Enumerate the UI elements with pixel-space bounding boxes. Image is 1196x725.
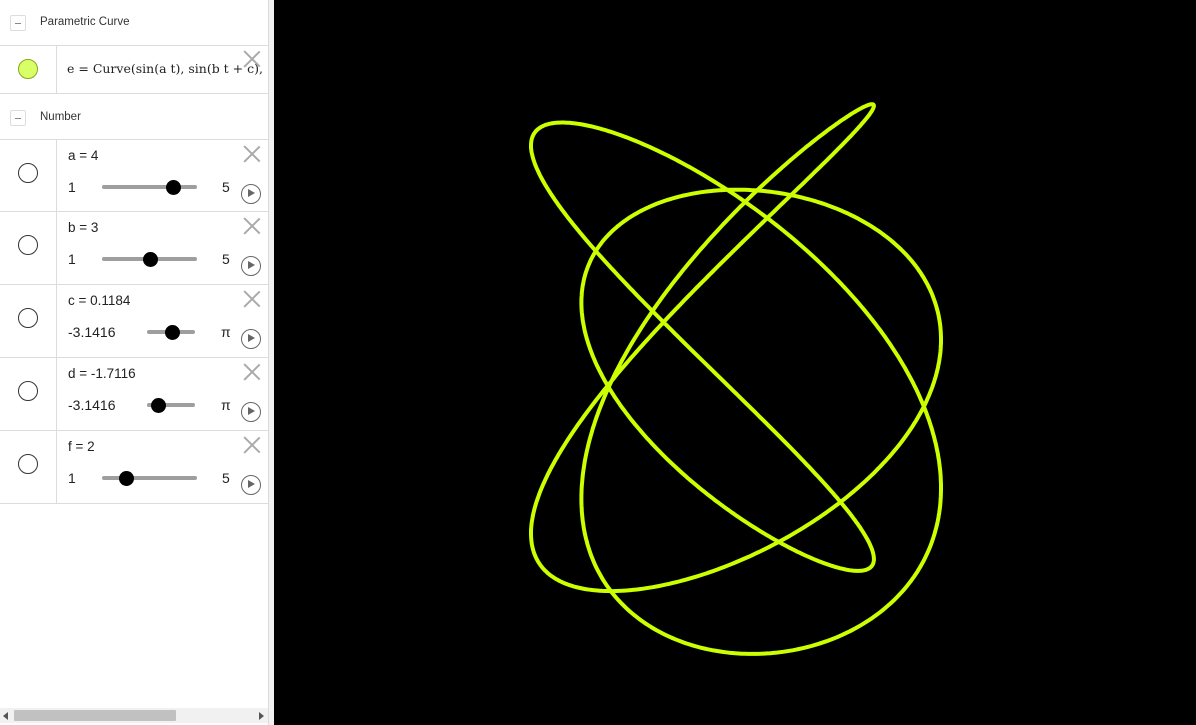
visibility-toggle-circle-icon[interactable] bbox=[18, 235, 38, 255]
delete-close-icon[interactable] bbox=[243, 145, 261, 163]
delete-close-icon[interactable] bbox=[243, 50, 261, 68]
delete-close-icon[interactable] bbox=[243, 217, 261, 235]
slider-max: π bbox=[221, 397, 231, 413]
group-header-number[interactable]: Number bbox=[0, 95, 268, 141]
row-marker-column bbox=[0, 46, 57, 93]
curve-row[interactable]: e = Curve(sin(a t), sin(b t + c), sin(f … bbox=[0, 45, 268, 94]
visibility-toggle-circle-icon[interactable] bbox=[18, 308, 38, 328]
visibility-toggle-circle-icon[interactable] bbox=[18, 381, 38, 401]
slider-thumb[interactable] bbox=[118, 471, 134, 486]
slider-min: 1 bbox=[68, 470, 76, 486]
play-icon[interactable] bbox=[241, 256, 261, 276]
row-marker-column bbox=[0, 358, 57, 430]
visibility-toggle-circle-icon[interactable] bbox=[18, 163, 38, 183]
slider-label[interactable]: f = 2 bbox=[68, 439, 95, 454]
scroll-left-arrow-icon[interactable] bbox=[3, 712, 8, 720]
curve-definition[interactable]: e = Curve(sin(a t), sin(b t + c), sin(f … bbox=[67, 61, 267, 76]
delete-close-icon[interactable] bbox=[243, 363, 261, 381]
slider-label[interactable]: a = 4 bbox=[68, 148, 98, 163]
play-icon[interactable] bbox=[241, 329, 261, 349]
slider-thumb[interactable] bbox=[142, 252, 158, 267]
slider-min: 1 bbox=[68, 179, 76, 195]
play-icon[interactable] bbox=[241, 475, 261, 495]
slider-row[interactable]: f = 2 1 5 bbox=[0, 431, 268, 504]
play-icon[interactable] bbox=[241, 184, 261, 204]
graphics-view[interactable] bbox=[274, 0, 1196, 725]
collapse-minus-icon[interactable] bbox=[10, 15, 26, 31]
delete-close-icon[interactable] bbox=[243, 290, 261, 308]
group-title: Number bbox=[40, 111, 81, 123]
slider-row[interactable]: d = -1.7116 -3.1416 π bbox=[0, 358, 268, 431]
slider-min: 1 bbox=[68, 251, 76, 267]
slider-track[interactable] bbox=[102, 476, 197, 480]
slider-label[interactable]: c = 0.1184 bbox=[68, 293, 130, 308]
graphics-canvas[interactable] bbox=[274, 0, 1196, 725]
group-title: Parametric Curve bbox=[40, 16, 130, 28]
algebra-view: Parametric Curve e = Curve(sin(a t), sin… bbox=[0, 0, 268, 725]
visibility-toggle-circle-icon[interactable] bbox=[18, 59, 38, 79]
visibility-toggle-circle-icon[interactable] bbox=[18, 454, 38, 474]
slider-row[interactable]: b = 3 1 5 bbox=[0, 212, 268, 285]
collapse-minus-icon[interactable] bbox=[10, 110, 26, 126]
row-marker-column bbox=[0, 285, 57, 357]
horizontal-scrollbar[interactable] bbox=[0, 708, 268, 723]
play-icon[interactable] bbox=[241, 402, 261, 422]
row-marker-column bbox=[0, 431, 57, 503]
slider-max: 5 bbox=[222, 470, 230, 486]
slider-min: -3.1416 bbox=[68, 397, 116, 413]
delete-close-icon[interactable] bbox=[243, 436, 261, 454]
slider-row[interactable]: a = 4 1 5 bbox=[0, 139, 268, 212]
parametric-curve-e[interactable] bbox=[529, 102, 943, 656]
slider-thumb[interactable] bbox=[166, 180, 182, 195]
group-header-parametric-curve[interactable]: Parametric Curve bbox=[0, 0, 268, 46]
scrollbar-thumb[interactable] bbox=[14, 710, 176, 721]
row-marker-column bbox=[0, 212, 57, 284]
slider-label[interactable]: b = 3 bbox=[68, 220, 98, 235]
row-marker-column bbox=[0, 140, 57, 211]
slider-row[interactable]: c = 0.1184 -3.1416 π bbox=[0, 285, 268, 358]
slider-max: 5 bbox=[222, 251, 230, 267]
slider-thumb[interactable] bbox=[164, 325, 180, 340]
slider-max: 5 bbox=[222, 179, 230, 195]
slider-max: π bbox=[221, 324, 231, 340]
scroll-right-arrow-icon[interactable] bbox=[259, 712, 264, 720]
slider-min: -3.1416 bbox=[68, 324, 116, 340]
slider-track[interactable] bbox=[102, 185, 197, 189]
slider-label[interactable]: d = -1.7116 bbox=[68, 366, 136, 381]
slider-thumb[interactable] bbox=[150, 398, 166, 413]
